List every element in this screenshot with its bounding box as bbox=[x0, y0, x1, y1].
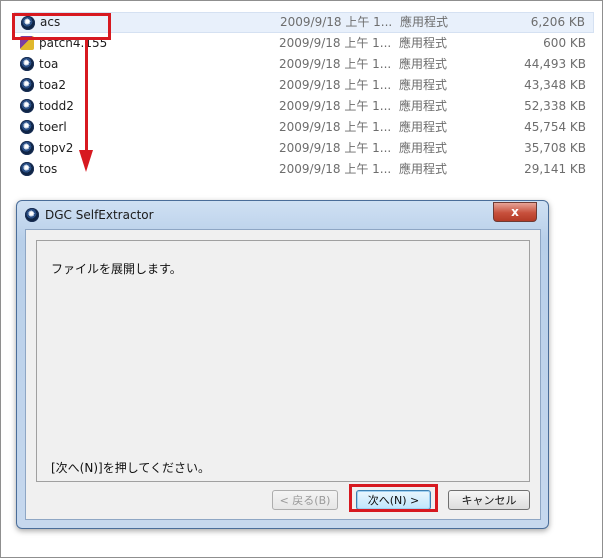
file-size: 45,754 KB bbox=[524, 120, 586, 134]
file-date: 2009/9/18 上午 1... bbox=[279, 162, 392, 176]
file-row[interactable]: topv2 2009/9/18 上午 1... 應用程式 35,708 KB bbox=[14, 138, 594, 159]
app-icon bbox=[25, 208, 39, 222]
close-button[interactable]: x bbox=[493, 202, 537, 222]
cancel-button[interactable]: キャンセル bbox=[448, 490, 530, 510]
file-date: 2009/9/18 上午 1... bbox=[279, 99, 392, 113]
self-extractor-dialog: DGC SelfExtractor x ファイルを展開します。 [次へ(N)]を… bbox=[16, 200, 549, 529]
file-size: 43,348 KB bbox=[524, 78, 586, 92]
file-size: 52,338 KB bbox=[524, 99, 586, 113]
dialog-titlebar[interactable]: DGC SelfExtractor x bbox=[17, 201, 548, 229]
extract-message: ファイルを展開します。 bbox=[51, 262, 182, 276]
file-type: 應用程式 bbox=[399, 120, 448, 134]
file-name: todd2 bbox=[39, 99, 74, 113]
file-size: 6,206 KB bbox=[530, 15, 585, 29]
file-row[interactable]: toa2 2009/9/18 上午 1... 應用程式 43,348 KB bbox=[14, 75, 594, 96]
instruction-message: [次へ(N)]を押してください。 bbox=[51, 461, 210, 475]
file-type: 應用程式 bbox=[399, 78, 448, 92]
app-icon bbox=[20, 120, 34, 134]
highlight-box-next bbox=[349, 484, 438, 512]
file-type: 應用程式 bbox=[400, 15, 449, 29]
arrow-down-icon bbox=[79, 150, 93, 172]
file-date: 2009/9/18 上午 1... bbox=[279, 57, 392, 71]
dialog-title: DGC SelfExtractor bbox=[45, 208, 154, 222]
file-type: 應用程式 bbox=[399, 162, 448, 176]
arrow-shaft bbox=[85, 40, 88, 152]
file-type: 應用程式 bbox=[399, 36, 448, 50]
file-name: topv2 bbox=[39, 141, 74, 155]
file-row[interactable]: toa 2009/9/18 上午 1... 應用程式 44,493 KB bbox=[14, 54, 594, 75]
file-name: toa2 bbox=[39, 78, 67, 92]
file-name: toa bbox=[39, 57, 59, 71]
app-icon bbox=[20, 99, 34, 113]
dialog-body: ファイルを展開します。 [次へ(N)]を押してください。 < 戻る(B) 次へ(… bbox=[25, 229, 541, 520]
app-icon bbox=[20, 141, 34, 155]
app-icon bbox=[20, 78, 34, 92]
file-date: 2009/9/18 上午 1... bbox=[279, 36, 392, 50]
file-size: 600 KB bbox=[543, 36, 586, 50]
app-icon bbox=[20, 162, 34, 176]
file-date: 2009/9/18 上午 1... bbox=[279, 120, 392, 134]
file-row[interactable]: todd2 2009/9/18 上午 1... 應用程式 52,338 KB bbox=[14, 96, 594, 117]
file-size: 29,141 KB bbox=[524, 162, 586, 176]
back-button[interactable]: < 戻る(B) bbox=[272, 490, 338, 510]
file-name: tos bbox=[39, 162, 58, 176]
file-row[interactable]: toerl 2009/9/18 上午 1... 應用程式 45,754 KB bbox=[14, 117, 594, 138]
file-name: toerl bbox=[39, 120, 67, 134]
message-panel: ファイルを展開します。 [次へ(N)]を押してください。 bbox=[36, 240, 530, 482]
highlight-box-acs bbox=[12, 13, 111, 40]
file-date: 2009/9/18 上午 1... bbox=[280, 15, 393, 29]
app-icon bbox=[20, 57, 34, 71]
file-size: 35,708 KB bbox=[524, 141, 586, 155]
file-date: 2009/9/18 上午 1... bbox=[279, 78, 392, 92]
file-row[interactable]: tos 2009/9/18 上午 1... 應用程式 29,141 KB bbox=[14, 159, 594, 180]
file-date: 2009/9/18 上午 1... bbox=[279, 141, 392, 155]
file-size: 44,493 KB bbox=[524, 57, 586, 71]
file-type: 應用程式 bbox=[399, 99, 448, 113]
file-type: 應用程式 bbox=[399, 57, 448, 71]
file-type: 應用程式 bbox=[399, 141, 448, 155]
